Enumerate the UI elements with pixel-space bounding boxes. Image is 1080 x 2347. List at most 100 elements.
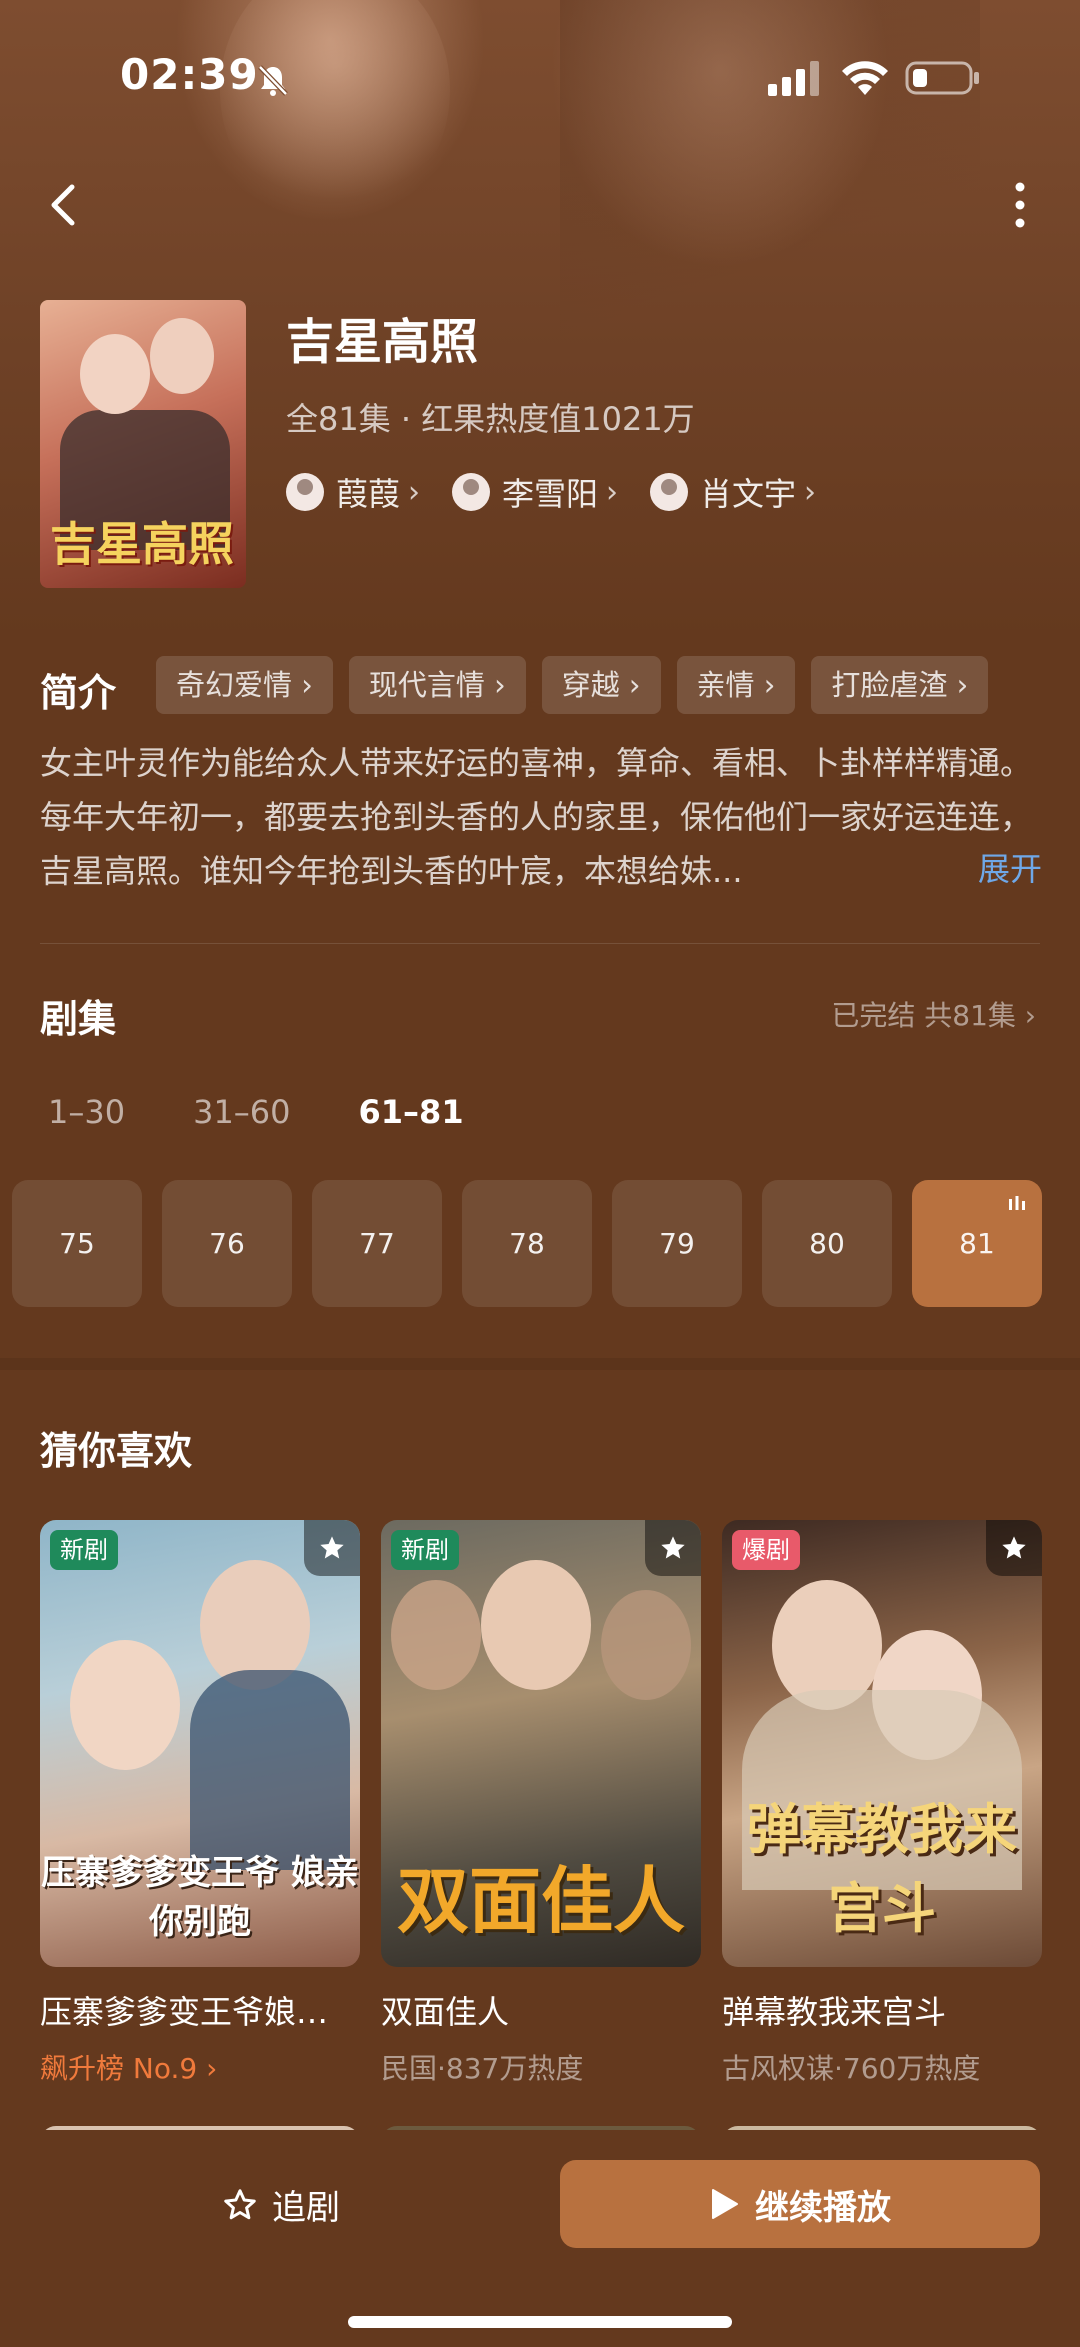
intro-label: 简介 [40,671,117,715]
back-button[interactable] [40,175,90,235]
favorite-button[interactable] [304,1520,360,1576]
section-separator [0,1358,1080,1370]
episode-button[interactable]: 77 [312,1180,442,1307]
star-icon [1002,1536,1026,1559]
episode-list: 75 76 77 78 79 80 81 [12,1180,1062,1307]
card-meta: 古风权谋·760万热度 [722,2052,981,2085]
genre-tag-label: 打脸虐渣 [831,668,948,702]
new-badge: 新剧 [391,1530,459,1570]
tab-range[interactable]: 1–30 [48,1093,125,1131]
favorite-button[interactable] [986,1520,1042,1576]
card-title: 压寨爹爹变王爷娘亲你别跑 [40,1993,360,2031]
episode-number: 80 [809,1227,845,1260]
genre-tag-label: 现代言情 [368,668,485,702]
card-rank[interactable]: 飙升榜 No.9 › [40,2047,360,2087]
status-bar: 02:39 [0,0,1080,150]
cover-title: 弹幕教我来宫斗 [747,1797,1017,1940]
chevron-right-icon: › [804,474,817,510]
recommend-card[interactable]: 双面佳人 新剧 双面佳人 民国·837万热度 [381,1520,701,2087]
actor-link[interactable]: 李雪阳 › [452,469,618,515]
card-title: 弹幕教我来宫斗 [722,1993,947,2031]
bell-muted-icon [258,65,288,96]
drama-title: 吉星高照 [286,314,479,370]
actor-avatar [452,473,491,511]
drama-detail-page: 02:39 吉星高照 吉星高照 全81集 · 红果热度值1021万 葭葭 › 李… [0,0,1080,2347]
episode-number: 77 [359,1227,395,1260]
episode-range-tabs: 1–30 31–60 61–81 [48,1093,532,1131]
actor-name: 肖文宇 [700,475,797,513]
follow-button[interactable]: 追剧 [222,2180,340,2229]
cover-figure [481,1560,591,1690]
actor-avatar [286,473,324,511]
battery-icon [905,61,979,95]
poster-figure-head-right [150,318,214,394]
genre-tag-label: 奇幻爱情 [176,668,293,702]
actor-name: 李雪阳 [502,475,599,513]
play-label: 继续播放 [755,2187,891,2228]
description: 女主叶灵作为能给众人带来好运的喜神，算命、看相、卜卦样样精通。每年大年初一，都要… [40,744,1033,890]
poster-title: 吉星高照 [50,517,234,571]
cellular-signal-icon [768,61,819,96]
cover-figure [190,1670,350,1870]
play-icon [712,2189,738,2219]
home-indicator[interactable] [348,2316,732,2328]
episode-button[interactable]: 80 [762,1180,892,1307]
cover-title: 双面佳人 [396,1858,685,1943]
tab-range-active[interactable]: 61–81 [359,1093,464,1131]
recommend-card[interactable]: 压寨爹爹变王爷 娘亲你别跑 新剧 压寨爹爹变王爷娘亲你别跑 飙升榜 No.9 › [40,1520,360,2087]
card-title: 双面佳人 [381,1993,510,2031]
more-options-icon[interactable] [1000,175,1040,235]
episode-number: 79 [659,1227,695,1260]
recommend-title: 猜你喜欢 [40,1429,193,1473]
genre-tag-label: 穿越 [561,668,620,702]
wifi-icon [842,61,888,95]
actor-list: 葭葭 › 李雪阳 › 肖文宇 › [286,468,848,516]
episodes-status: 已完结 共81集 [831,999,1016,1032]
expand-link[interactable]: 展开 [972,844,1043,890]
tab-range[interactable]: 31–60 [193,1093,290,1131]
follow-label: 追剧 [272,2188,340,2228]
recommend-card[interactable]: 弹幕教我来宫斗 爆剧 弹幕教我来宫斗 古风权谋·760万热度 [722,1520,1042,2087]
actor-avatar [650,473,689,511]
status-time: 02:39 [120,50,259,99]
episode-button[interactable]: 79 [612,1180,742,1307]
cover-figure [601,1590,691,1700]
chevron-right-icon: › [606,474,619,510]
episode-button-current[interactable]: 81 [912,1180,1042,1307]
genre-tag[interactable]: 亲情 › [676,656,796,714]
episode-button[interactable]: 78 [462,1180,592,1307]
episode-button[interactable]: 76 [162,1180,292,1307]
favorite-button[interactable] [645,1520,701,1576]
episode-button[interactable]: 75 [12,1180,142,1307]
genre-tag[interactable]: 奇幻爱情 › [156,656,333,714]
card-rank-label: 飙升榜 No.9 [40,2052,198,2085]
actor-link[interactable]: 葭葭 › [286,469,420,515]
episode-number: 75 [59,1227,95,1260]
drama-meta: 全81集 · 红果热度值1021万 [286,400,695,438]
new-badge: 新剧 [50,1530,118,1570]
genre-tag-label: 亲情 [696,668,755,702]
star-icon [320,1536,344,1559]
genre-tags: 奇幻爱情 › 现代言情 › 穿越 › 亲情 › 打脸虐渣 › [156,656,1004,714]
star-icon [661,1536,685,1559]
actor-link[interactable]: 肖文宇 › [650,469,816,515]
divider [40,943,1040,944]
cover-title: 压寨爹爹变王爷 娘亲你别跑 [41,1853,359,1942]
genre-tag[interactable]: 现代言情 › [348,656,526,714]
continue-play-button[interactable]: 继续播放 [560,2160,1040,2248]
card-cover: 压寨爹爹变王爷 娘亲你别跑 新剧 [40,1520,360,1967]
poster-figure-head-left [80,334,150,414]
cover-figure [391,1580,481,1690]
chevron-right-icon: › [408,474,421,510]
actor-name: 葭葭 [336,475,401,513]
genre-tag[interactable]: 穿越 › [541,656,661,714]
episode-number: 76 [209,1227,245,1260]
episodes-status-link[interactable]: 已完结 共81集 › [831,994,1036,1034]
cover-figure [70,1640,180,1770]
chevron-right-icon: › [1024,999,1036,1032]
episode-number: 81 [959,1227,995,1260]
episode-number: 78 [509,1227,545,1260]
genre-tag[interactable]: 打脸虐渣 › [811,656,989,714]
drama-poster[interactable]: 吉星高照 [40,300,246,588]
card-cover: 弹幕教我来宫斗 爆剧 [722,1520,1042,1967]
